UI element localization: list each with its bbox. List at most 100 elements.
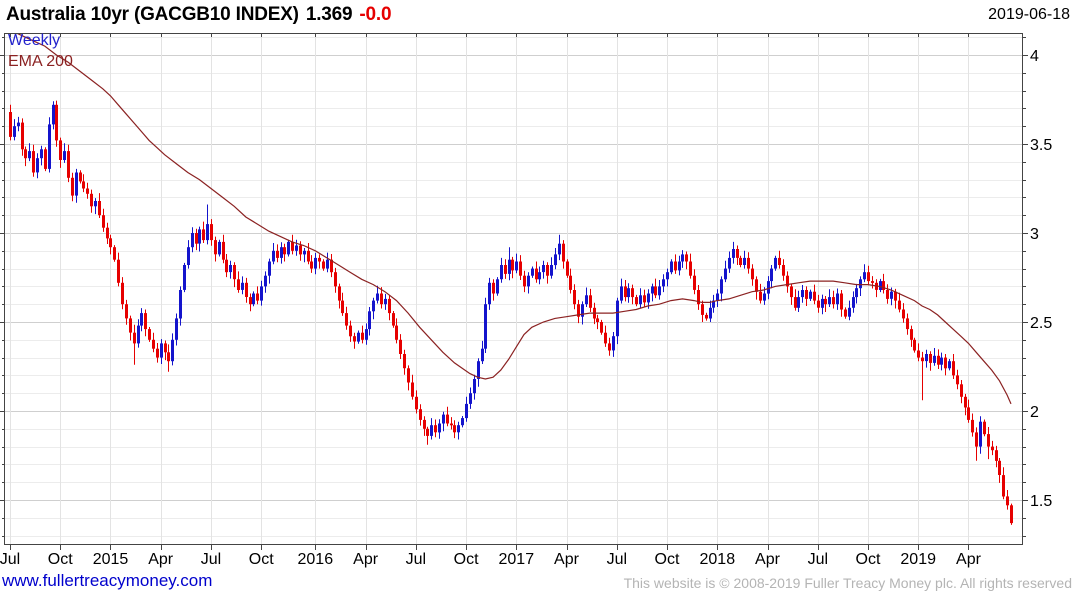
candle-body <box>774 257 777 269</box>
candle-body <box>546 265 549 276</box>
candle-up <box>295 239 298 256</box>
candle-up <box>63 143 66 163</box>
candle-up <box>531 266 534 278</box>
candle-down <box>987 427 990 460</box>
candle-body <box>484 304 487 349</box>
candle-body <box>639 295 642 305</box>
candle-body <box>859 279 862 289</box>
candle-body <box>98 201 101 216</box>
candle-body <box>392 313 395 326</box>
candle-up <box>17 116 20 132</box>
candle-down <box>167 344 170 372</box>
candle-up <box>852 291 855 313</box>
candle-body <box>828 297 831 305</box>
candle-up <box>430 418 433 440</box>
candle-body <box>222 241 225 260</box>
x-axis-label: Oct <box>48 551 73 568</box>
candle-body <box>724 268 727 280</box>
candle-down <box>148 327 151 342</box>
candle-body <box>206 224 209 241</box>
candle-body <box>423 419 426 429</box>
candle-body <box>299 245 302 255</box>
candle-down <box>1002 467 1005 500</box>
candle-body <box>635 297 638 305</box>
candle-body <box>960 384 963 397</box>
candle-body <box>832 297 835 305</box>
candle-down <box>693 269 696 295</box>
candle-body <box>133 332 136 344</box>
candle-body <box>616 300 619 337</box>
candle-down <box>214 236 217 262</box>
candle-body <box>345 313 348 326</box>
price-chart[interactable]: Jul Oct 2015 Apr Jul Oct 2016 Apr Jul Oct 2017 Apr J… <box>0 0 1075 600</box>
candle-up <box>879 278 882 293</box>
candle-down <box>345 306 348 330</box>
candle-body <box>658 286 661 296</box>
footer-link[interactable]: www.fullertreacymoney.com <box>2 571 212 591</box>
candle-body <box>747 257 750 269</box>
candle-up <box>365 323 368 345</box>
candle-body <box>434 425 437 433</box>
candle-body <box>647 293 650 303</box>
x-axis-label: 2017 <box>499 551 535 568</box>
candle-up <box>465 396 468 422</box>
y-axis-label: 3.5 <box>1030 137 1052 154</box>
candle-down <box>705 312 708 321</box>
candle-up <box>979 416 982 454</box>
candle-body <box>813 291 816 301</box>
candle-body <box>156 348 159 358</box>
candle-up <box>801 285 804 303</box>
candle-body <box>794 297 797 308</box>
candle-body <box>701 304 704 315</box>
candle-body <box>867 272 870 282</box>
candle-down <box>786 271 789 293</box>
candle-body <box>995 450 998 461</box>
candle-body <box>917 350 920 358</box>
y-axis-label: 2 <box>1030 404 1039 421</box>
candle-down <box>832 290 835 309</box>
candle-body <box>129 318 132 333</box>
candle-body <box>921 357 924 362</box>
candle-down <box>318 254 321 269</box>
candle-body <box>678 261 681 271</box>
candle-body <box>280 247 283 258</box>
candle-body <box>944 357 947 369</box>
candle-down <box>106 222 109 244</box>
candle-body <box>666 272 669 280</box>
candle-up <box>658 280 661 300</box>
candle-body <box>824 298 827 305</box>
candle-body <box>848 307 851 317</box>
candle-body <box>411 382 414 397</box>
candle-up <box>612 332 615 357</box>
candle-body <box>403 354 406 369</box>
candle-body <box>32 151 35 173</box>
candle-down <box>566 259 569 278</box>
candle-body <box>249 297 252 305</box>
candle-body <box>195 233 198 244</box>
candle-body <box>759 291 762 301</box>
candle-down <box>419 404 422 426</box>
candle-up <box>384 293 387 310</box>
candle-up <box>508 247 511 281</box>
candle-down <box>322 259 325 271</box>
candle-body <box>910 329 913 340</box>
candle-body <box>863 272 866 280</box>
candle-down <box>755 276 758 300</box>
candle-body <box>755 279 758 292</box>
candle-body <box>937 355 940 365</box>
candle-up <box>137 319 140 348</box>
candle-down <box>276 244 279 263</box>
candle-up <box>933 348 936 366</box>
candle-down <box>152 332 155 353</box>
candle-down <box>446 406 449 427</box>
candle-body <box>562 243 565 262</box>
candle-body <box>685 254 688 262</box>
candle-up <box>662 274 665 293</box>
candle-up <box>160 339 163 364</box>
candle-down <box>82 174 85 193</box>
candle-up <box>229 260 232 279</box>
candle-body <box>245 282 248 297</box>
candle-body <box>879 281 882 290</box>
candle-up <box>264 271 267 293</box>
candle-down <box>399 334 402 359</box>
